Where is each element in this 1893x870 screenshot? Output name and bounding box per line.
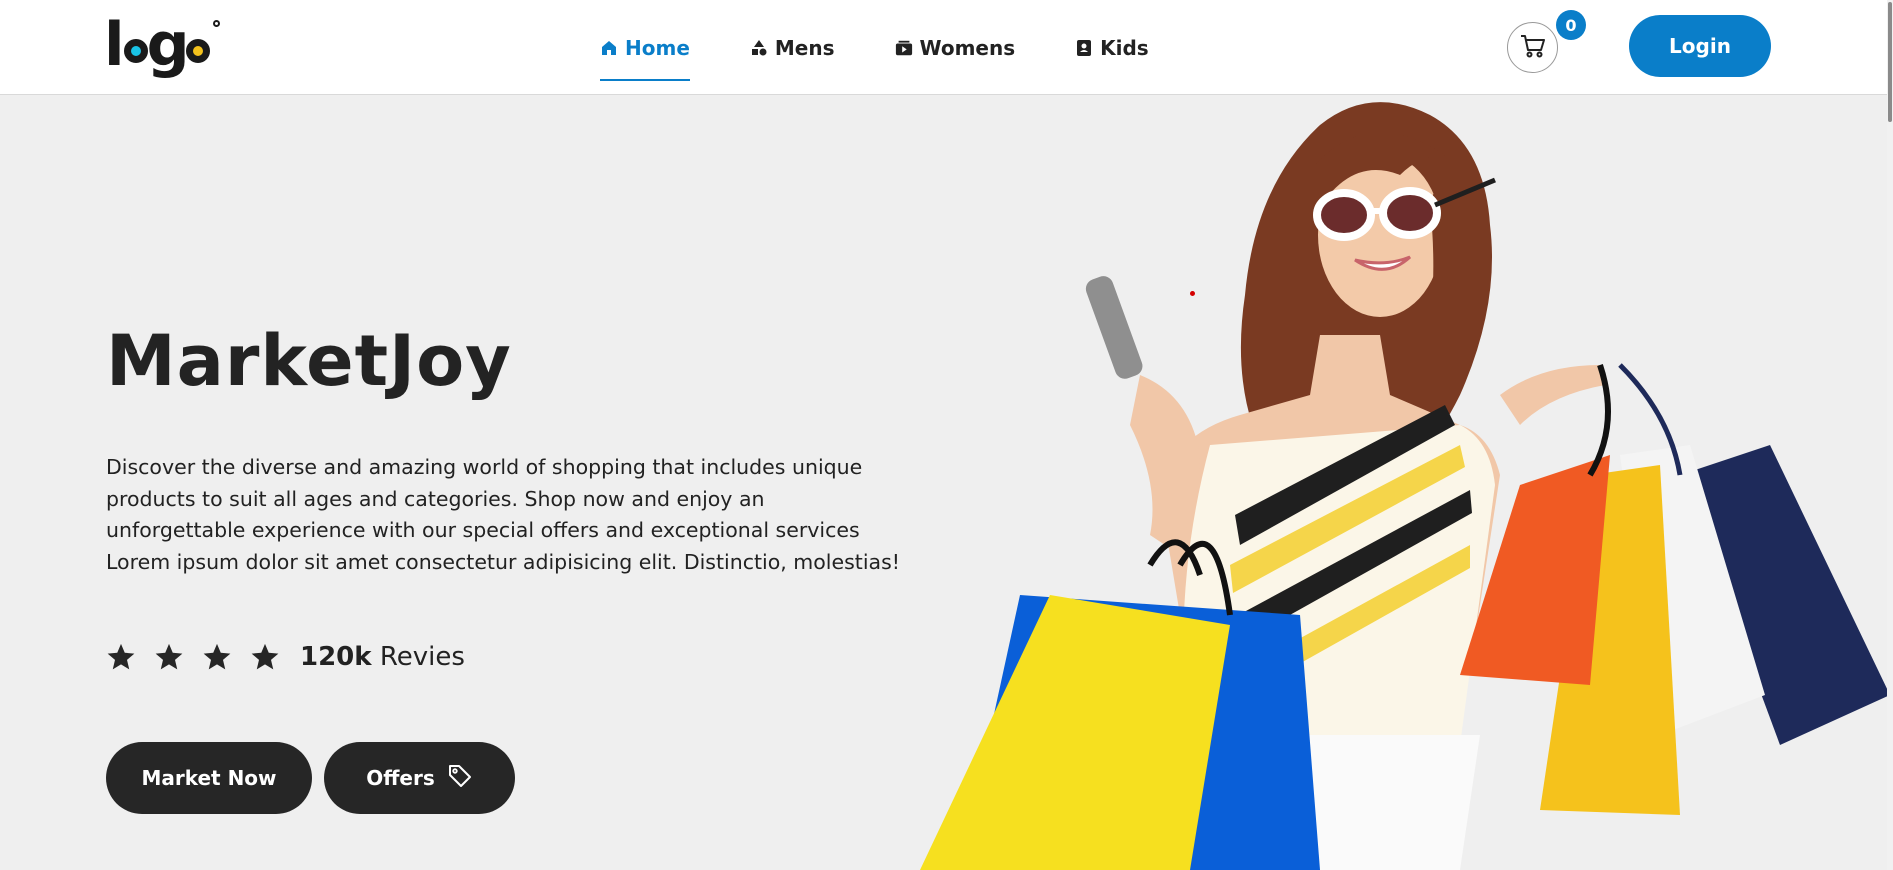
hero-description: Discover the diverse and amazing world o… bbox=[106, 455, 900, 574]
hero-title: MarketJoy bbox=[106, 320, 512, 402]
scrollbar-thumb[interactable] bbox=[1888, 2, 1892, 122]
contact-card-icon bbox=[1075, 39, 1093, 57]
site-logo[interactable]: lg bbox=[104, 14, 220, 76]
rating-row: 120k Revies bbox=[106, 642, 465, 672]
cart-button[interactable] bbox=[1507, 22, 1558, 73]
tag-icon bbox=[447, 763, 473, 794]
nav-home[interactable]: Home bbox=[600, 0, 690, 95]
offers-button[interactable]: Offers bbox=[324, 742, 515, 814]
nav-womens[interactable]: Womens bbox=[895, 0, 1016, 95]
star-icon bbox=[107, 643, 135, 670]
nav-womens-label: Womens bbox=[919, 35, 1016, 60]
nav-kids-label: Kids bbox=[1100, 35, 1149, 60]
star-icon bbox=[203, 643, 231, 670]
page-scrollbar[interactable] bbox=[1887, 0, 1893, 870]
main-nav: Home Mens Womens Kids bbox=[600, 0, 1209, 95]
nav-mens-label: Mens bbox=[774, 35, 835, 60]
shapes-icon bbox=[750, 39, 768, 57]
home-icon bbox=[600, 39, 618, 57]
red-dot-marker bbox=[1190, 291, 1195, 296]
video-library-icon bbox=[895, 39, 913, 57]
reviews-summary: 120k Revies bbox=[300, 642, 465, 672]
market-now-button[interactable]: Market Now bbox=[106, 742, 312, 814]
nav-home-label: Home bbox=[625, 35, 690, 60]
star-icon bbox=[155, 643, 183, 670]
login-button[interactable]: Login bbox=[1629, 15, 1771, 77]
reviews-count: 120k bbox=[300, 642, 372, 672]
nav-kids[interactable]: Kids bbox=[1075, 0, 1149, 95]
nav-mens[interactable]: Mens bbox=[750, 0, 835, 95]
hero-shopping-woman-image bbox=[920, 102, 1890, 870]
cart-count-badge: 0 bbox=[1556, 10, 1586, 40]
star-icon bbox=[251, 643, 279, 670]
top-header: lg Home Mens Womens Kids 0 Login bbox=[0, 0, 1893, 95]
market-now-label: Market Now bbox=[141, 766, 277, 790]
cart-icon bbox=[1519, 33, 1547, 63]
reviews-label: Revies bbox=[379, 642, 465, 672]
offers-label: Offers bbox=[366, 766, 435, 790]
